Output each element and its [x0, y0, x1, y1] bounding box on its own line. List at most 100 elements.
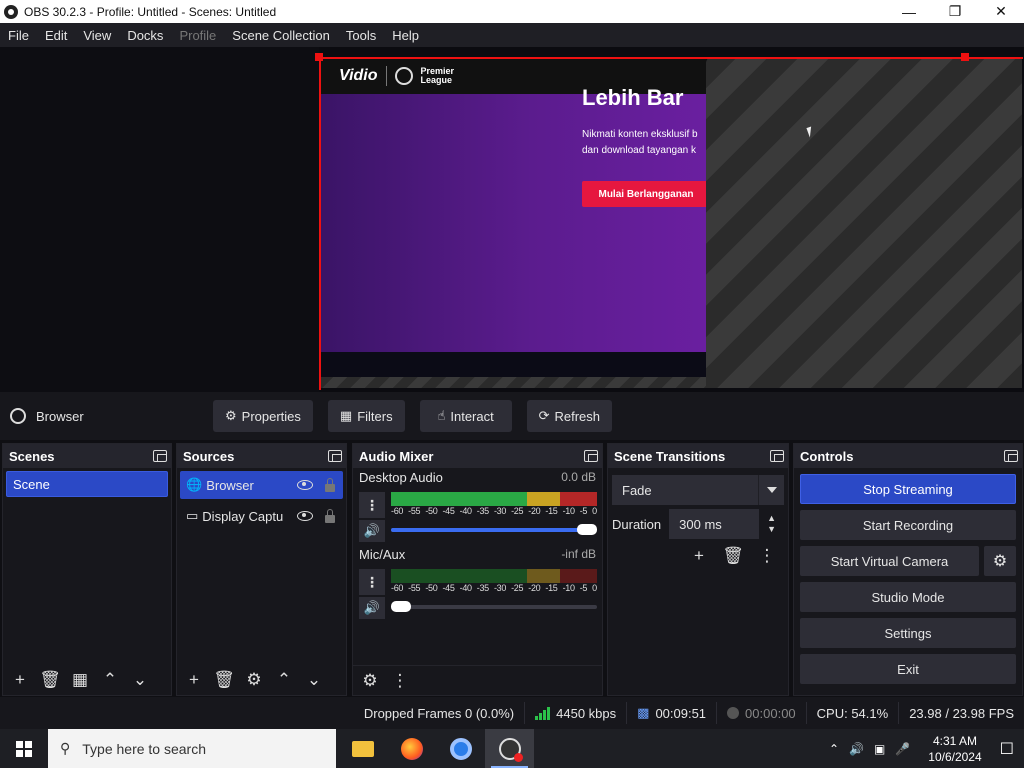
channel-menu-icon[interactable]: ⋮	[359, 569, 385, 595]
menu-docks[interactable]: Docks	[119, 28, 171, 43]
obs-app-icon	[4, 4, 18, 19]
exit-button[interactable]: Exit	[800, 654, 1016, 684]
channel-db: -inf dB	[561, 547, 596, 561]
refresh-button[interactable]: ⟳ Refresh	[526, 400, 613, 432]
duration-stepper[interactable]: ▲ ▼	[767, 513, 776, 535]
stream-icon: ▩	[637, 705, 650, 720]
undock-icon[interactable]	[584, 450, 598, 462]
meter-tick-label: -30	[493, 506, 507, 516]
taskbar-search[interactable]: ⚲ Type here to search	[48, 729, 336, 768]
file-explorer-icon[interactable]	[338, 729, 387, 768]
volume-slider[interactable]	[391, 601, 597, 612]
meter-tick-label: -20	[528, 506, 541, 516]
channel-db: 0.0 dB	[561, 470, 596, 484]
duration-input[interactable]: 300 ms	[669, 509, 760, 539]
microphone-icon[interactable]: 🎤	[895, 742, 910, 756]
window-title: OBS 30.2.3 - Profile: Untitled - Scenes:…	[24, 4, 277, 19]
source-item-browser[interactable]: 🌐 Browser	[180, 471, 343, 499]
stream-time: 00:09:51	[655, 705, 707, 721]
source-selection-box[interactable]	[319, 57, 1023, 390]
meter-scale: -60 -55 -50 -45 -40 -35 -30 -25 -20 -15 -10 -5 0	[391, 506, 597, 516]
signal-bars-icon	[535, 706, 551, 720]
move-down-icon[interactable]: ⌄	[127, 667, 153, 693]
scene-item[interactable]: Scene	[6, 471, 168, 497]
scenes-title: Scenes	[9, 448, 55, 464]
chrome-icon[interactable]	[436, 729, 485, 768]
start-button[interactable]	[0, 729, 48, 768]
stop-streaming-button[interactable]: Stop Streaming	[800, 474, 1016, 504]
meter-tick-label: -35	[476, 506, 489, 516]
remove-scene-icon[interactable]: 🗑	[37, 667, 63, 693]
channel-name: Desktop Audio	[359, 470, 443, 485]
settings-button[interactable]: Settings	[800, 618, 1016, 648]
notifications-icon[interactable]: ☐	[1000, 739, 1014, 759]
obs-taskbar-icon[interactable]	[485, 729, 534, 768]
move-up-icon[interactable]: ⌃	[97, 667, 123, 693]
move-up-icon[interactable]: ⌃	[271, 667, 297, 693]
undock-icon[interactable]	[153, 450, 167, 462]
menu-bar: File Edit View Docks Profile Scene Colle…	[0, 23, 1024, 47]
virtual-camera-settings-gear-icon[interactable]: ⚙	[984, 546, 1016, 576]
menu-scene-collection[interactable]: Scene Collection	[224, 28, 338, 43]
maximize-button[interactable]: ❐	[932, 0, 978, 23]
menu-view[interactable]: View	[75, 28, 119, 43]
selected-source-name: Browser	[36, 408, 84, 424]
undock-icon[interactable]	[328, 450, 342, 462]
preview-canvas[interactable]: Vidio Premier League Lebih Bar Nikmati k…	[0, 47, 1024, 392]
volume-slider[interactable]	[391, 524, 597, 535]
undock-icon[interactable]	[1004, 450, 1018, 462]
sources-title: Sources	[183, 448, 235, 464]
close-button[interactable]: ✕	[978, 0, 1024, 23]
visibility-eye-icon[interactable]	[297, 511, 313, 521]
add-source-icon[interactable]: +	[181, 667, 207, 693]
lock-icon[interactable]	[325, 509, 335, 523]
speaker-icon[interactable]: 🔊	[359, 520, 385, 542]
search-icon: ⚲	[60, 740, 71, 756]
menu-tools[interactable]: Tools	[338, 28, 384, 43]
studio-mode-button[interactable]: Studio Mode	[800, 582, 1016, 612]
clock[interactable]: 4:31 AM 10/6/2024	[928, 733, 981, 765]
menu-edit[interactable]: Edit	[37, 28, 75, 43]
add-transition-icon[interactable]: +	[686, 543, 712, 569]
windows-taskbar: ⚲ Type here to search ⌃ 🔊 ▣ 🎤 4:31 AM 10/6…	[0, 729, 1024, 768]
minimize-button[interactable]: —	[886, 0, 932, 23]
source-properties-gear-icon[interactable]: ⚙	[241, 667, 267, 693]
firefox-icon[interactable]	[387, 729, 436, 768]
hand-pointer-icon: ☝	[437, 408, 446, 423]
move-down-icon[interactable]: ⌄	[301, 667, 327, 693]
source-item-display-capture[interactable]: ▭ Display Captu	[180, 502, 343, 530]
interact-button[interactable]: ☝ Interact	[419, 400, 512, 432]
status-bar: Dropped Frames 0 (0.0%) 4450 kbps ▩ 00:09…	[0, 697, 1024, 729]
transition-select[interactable]: Fade	[612, 475, 784, 505]
resize-handle[interactable]	[961, 53, 969, 61]
speaker-icon[interactable]: 🔊	[359, 597, 385, 619]
network-icon[interactable]: ▣	[874, 742, 885, 756]
start-virtual-camera-button[interactable]: Start Virtual Camera	[800, 546, 979, 576]
meter-tick-label: -50	[425, 583, 438, 593]
channel-menu-icon[interactable]: ⋮	[359, 492, 385, 518]
mixer-channel-mic-aux: Mic/Aux -inf dB ⋮ -60 -55 -50 -45 -40 -35 -30 -2…	[353, 545, 602, 622]
menu-help[interactable]: Help	[384, 28, 427, 43]
meter-tick-label: -25	[511, 506, 524, 516]
resize-handle[interactable]	[315, 53, 323, 61]
undock-icon[interactable]	[770, 450, 784, 462]
add-scene-icon[interactable]: +	[7, 667, 33, 693]
lock-icon[interactable]	[325, 478, 335, 492]
scene-filters-icon[interactable]: ▦	[67, 667, 93, 693]
menu-profile[interactable]: Profile	[171, 28, 224, 43]
mixer-menu-icon[interactable]: ⋮	[387, 668, 413, 694]
volume-icon[interactable]: 🔊	[849, 742, 864, 756]
meter-tick-label: -30	[493, 583, 507, 593]
transition-menu-icon[interactable]: ⋮	[754, 543, 780, 569]
visibility-eye-icon[interactable]	[297, 480, 313, 490]
remove-source-icon[interactable]: 🗑	[211, 667, 237, 693]
menu-file[interactable]: File	[0, 28, 37, 43]
chevron-up-icon[interactable]: ⌃	[829, 742, 839, 756]
preview-empty-area	[0, 47, 319, 392]
start-recording-button[interactable]: Start Recording	[800, 510, 1016, 540]
advanced-audio-gear-icon[interactable]: ⚙	[357, 668, 383, 694]
remove-transition-icon[interactable]: 🗑	[720, 543, 746, 569]
meter-tick-label: -50	[425, 506, 438, 516]
properties-button[interactable]: ⚙ Properties	[213, 400, 313, 432]
filters-button[interactable]: ▦ Filters	[327, 400, 405, 432]
